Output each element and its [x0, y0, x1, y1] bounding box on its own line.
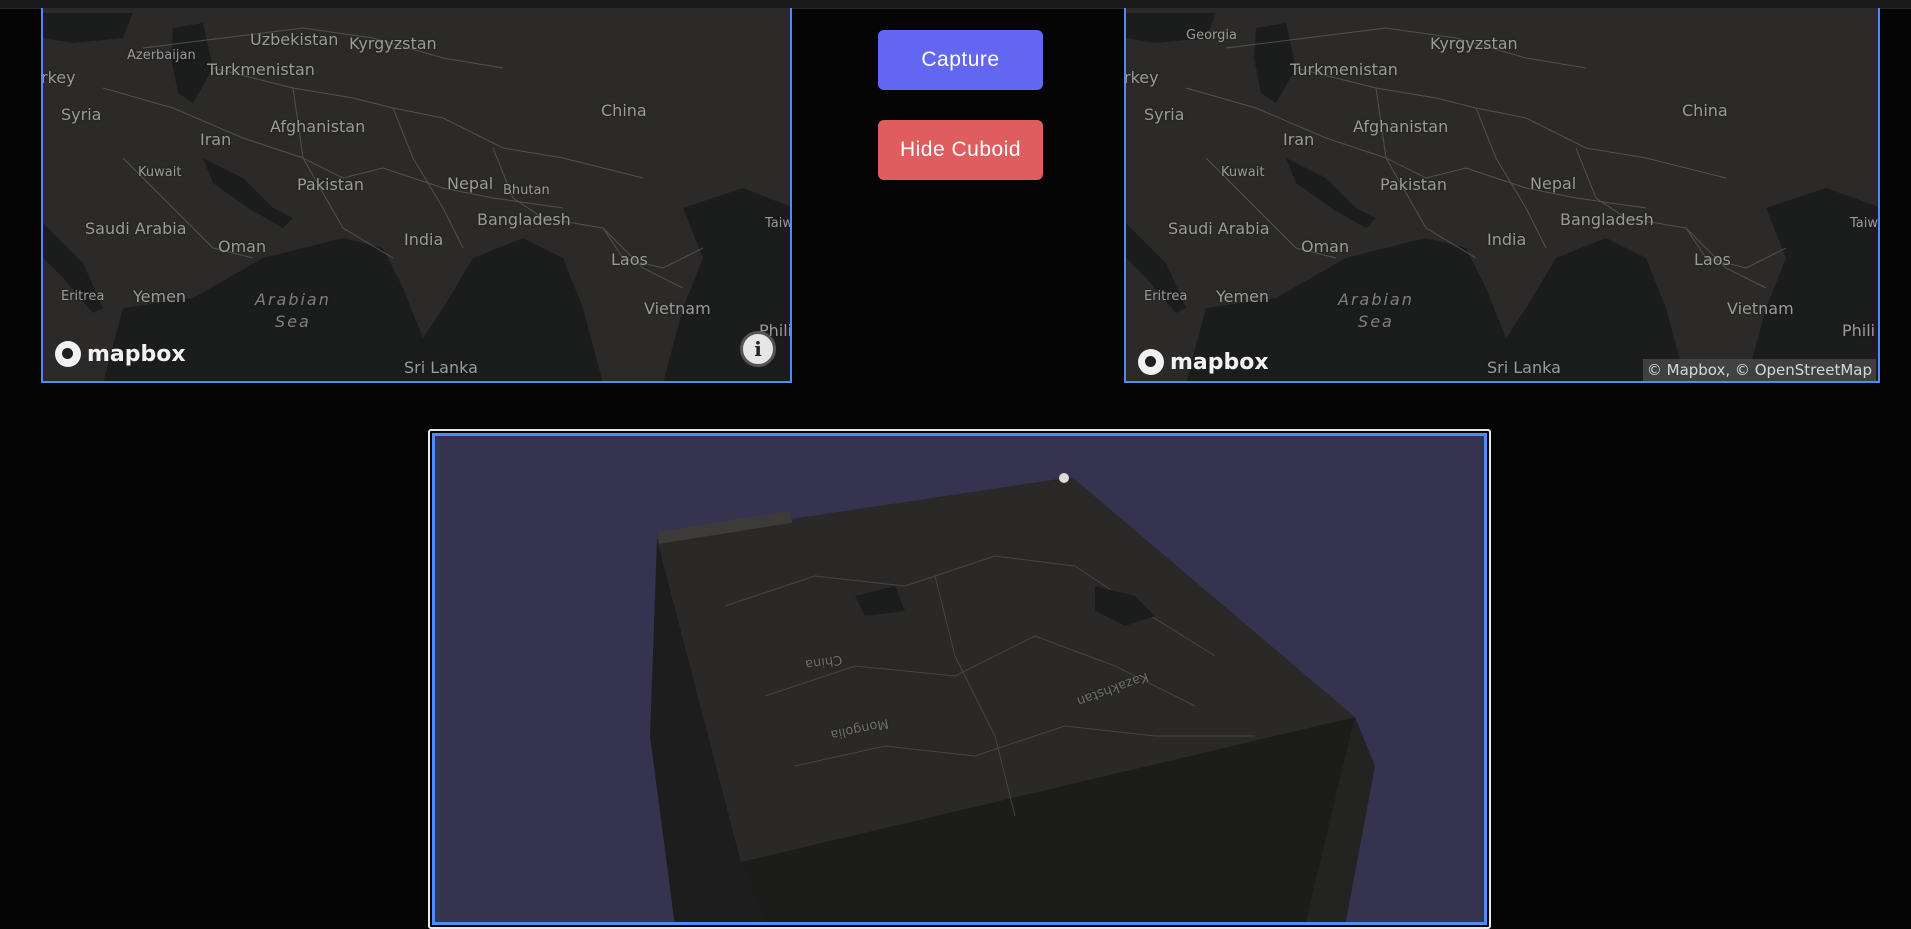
- map-label-turkmenistan: Turkmenistan: [207, 60, 315, 79]
- map-label-sri-lanka: Sri Lanka: [404, 358, 478, 377]
- map-label-pakistan: Pakistan: [1380, 175, 1447, 194]
- mapbox-logo[interactable]: mapbox: [55, 341, 186, 367]
- map-label-bangladesh: Bangladesh: [1560, 210, 1654, 229]
- info-icon[interactable]: i: [740, 331, 776, 367]
- map-label-sri-lanka: Sri Lanka: [1487, 358, 1561, 377]
- map-label-kuwait: Kuwait: [138, 165, 182, 180]
- left-map-panel[interactable]: rkey Azerbaijan Uzbekistan Kyrgyzstan Tu…: [41, 8, 792, 383]
- capture-button[interactable]: Capture: [878, 30, 1043, 90]
- map-label-saudi-arabia: Saudi Arabia: [1168, 219, 1270, 238]
- map-label-pakistan: Pakistan: [297, 175, 364, 194]
- cuboid-canvas[interactable]: China Mongolia Kazakhstan: [432, 433, 1487, 925]
- map-label-syria: Syria: [1144, 105, 1185, 124]
- map-label-oman: Oman: [1301, 237, 1350, 256]
- map-label-taiwan: Taiw: [1850, 216, 1878, 231]
- map-label-georgia: Georgia: [1186, 28, 1237, 43]
- map-label-turkmenistan: Turkmenistan: [1290, 60, 1398, 79]
- map-label-kuwait: Kuwait: [1221, 165, 1265, 180]
- map-label-vietnam: Vietnam: [644, 299, 711, 318]
- map-label-afghanistan: Afghanistan: [1353, 117, 1449, 136]
- right-map-panel[interactable]: Georgia Kyrgyzstan rkey Turkmenistan Syr…: [1124, 8, 1880, 383]
- mapbox-logo-text: mapbox: [1170, 349, 1269, 375]
- map-label-yemen: Yemen: [133, 287, 187, 306]
- map-label-syria: Syria: [61, 105, 102, 124]
- map-label-saudi-arabia: Saudi Arabia: [85, 219, 187, 238]
- mapbox-logo-icon: [1138, 349, 1164, 375]
- map-label-azerbaijan: Azerbaijan: [127, 48, 196, 63]
- map-label-philippines: Phili: [1842, 321, 1876, 340]
- map-label-vietnam: Vietnam: [1727, 299, 1794, 318]
- map-label-china: China: [1682, 101, 1728, 120]
- map-label-bhutan: Bhutan: [503, 183, 550, 198]
- map-label-iran: Iran: [1283, 130, 1315, 149]
- cuboid-viewer[interactable]: China Mongolia Kazakhstan: [428, 429, 1491, 929]
- map-label-turkey: rkey: [41, 68, 76, 87]
- map-label-arabian-sea: Arabian Sea: [1338, 290, 1414, 331]
- cuboid-render: [650, 473, 1375, 922]
- mapbox-logo[interactable]: mapbox: [1138, 349, 1269, 375]
- map-label-yemen: Yemen: [1216, 287, 1270, 306]
- map-label-turkey: rkey: [1124, 68, 1159, 87]
- map-label-nepal: Nepal: [447, 174, 494, 193]
- map-label-laos: Laos: [1694, 250, 1731, 269]
- map-label-afghanistan: Afghanistan: [270, 117, 366, 136]
- mapbox-logo-icon: [55, 341, 81, 367]
- map-attribution[interactable]: © Mapbox, © OpenStreetMap: [1642, 359, 1876, 381]
- map-label-oman: Oman: [218, 237, 267, 256]
- map-label-uzbekistan: Uzbekistan: [250, 30, 339, 49]
- left-map-basemap: [43, 8, 790, 381]
- map-label-iran: Iran: [200, 130, 232, 149]
- map-label-arabian-sea: Arabian Sea: [255, 290, 331, 331]
- map-label-laos: Laos: [611, 250, 648, 269]
- mapbox-logo-text: mapbox: [87, 341, 186, 367]
- map-label-india: India: [1487, 230, 1527, 249]
- map-label-nepal: Nepal: [1530, 174, 1577, 193]
- map-label-bangladesh: Bangladesh: [477, 210, 571, 229]
- map-label-india: India: [404, 230, 444, 249]
- map-label-taiwan: Taiw: [765, 216, 792, 231]
- map-label-kyrgyzstan: Kyrgyzstan: [1430, 34, 1518, 53]
- map-label-eritrea: Eritrea: [61, 289, 105, 304]
- map-label-china: China: [601, 101, 647, 120]
- right-map-basemap: [1126, 8, 1878, 381]
- map-label-eritrea: Eritrea: [1144, 289, 1188, 304]
- hide-cuboid-button[interactable]: Hide Cuboid: [878, 120, 1043, 180]
- map-label-kyrgyzstan: Kyrgyzstan: [349, 34, 437, 53]
